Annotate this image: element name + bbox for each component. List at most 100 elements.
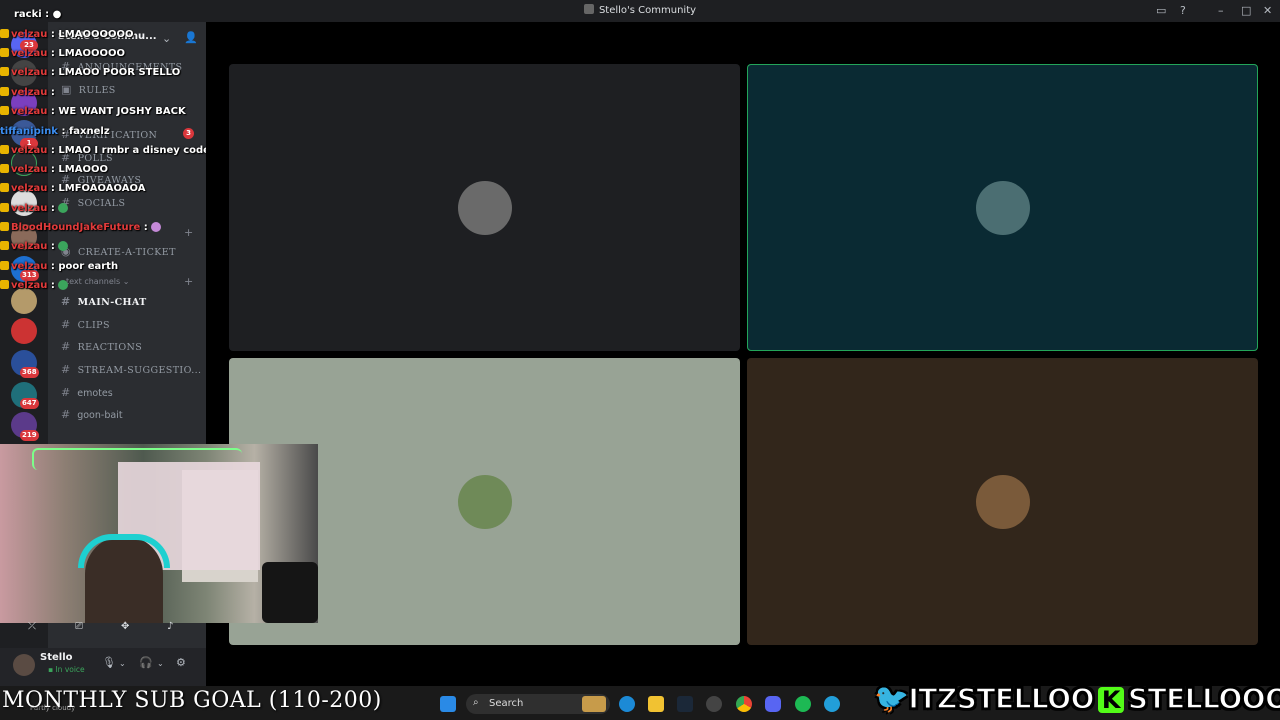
- spotify-icon[interactable]: [795, 696, 811, 712]
- participant-avatar: [457, 474, 512, 529]
- chat-line: velzau : LMAOO POOR STELLO: [0, 67, 180, 82]
- hash-icon: #: [61, 295, 71, 308]
- chat-line: velzau : WE WANT JOSHY BACK: [0, 106, 186, 121]
- channel-stream-suggestions[interactable]: # STREAM-SUGGESTIO...: [61, 363, 201, 376]
- server-icon-9[interactable]: [11, 318, 37, 344]
- unread-badge: 3: [183, 128, 194, 139]
- chat-line: velzau : LMAOOOOO: [0, 48, 125, 63]
- server-badge: 647: [20, 398, 39, 409]
- rules-icon: ▣: [61, 83, 72, 96]
- kick-handle: STELLOOO: [1127, 681, 1280, 716]
- search-input[interactable]: ⌕ Search: [466, 694, 610, 714]
- twitter-icon: 🐦: [873, 681, 909, 716]
- title-bar: Stello's Community ▭ ? – □ ✕: [0, 0, 1280, 22]
- chat-line: racki : ●: [14, 9, 62, 20]
- chevron-down-icon[interactable]: ⌄: [162, 32, 171, 45]
- disconnect-icon[interactable]: ⤫: [28, 621, 36, 632]
- minimize-button[interactable]: –: [1218, 4, 1224, 17]
- search-icon: ⌕: [473, 697, 479, 708]
- microphone-icon[interactable]: 🎙: [102, 656, 116, 669]
- screen-share-icon[interactable]: ⎚: [75, 621, 83, 632]
- chat-line: velzau : LMAOOOOOO: [0, 29, 133, 44]
- chat-line: velzau : poor earth: [0, 261, 118, 276]
- sub-badge-icon: [0, 183, 9, 192]
- user-status: ▪ In voice: [48, 665, 85, 674]
- participant-avatar: [975, 474, 1030, 529]
- server-badge: 219: [20, 430, 39, 441]
- chat-line: velzau :: [0, 241, 69, 256]
- chat-line: velzau :: [0, 87, 55, 102]
- activity-icon[interactable]: ✥: [121, 621, 129, 632]
- chevron-down-icon[interactable]: ⌄: [119, 659, 126, 668]
- sub-badge-icon: [0, 48, 9, 57]
- add-member-icon[interactable]: 👤: [184, 31, 198, 44]
- inbox-icon[interactable]: ▭: [1156, 4, 1166, 17]
- channel-goon-bait[interactable]: # goon-bait: [61, 408, 123, 421]
- hash-icon: #: [61, 408, 71, 421]
- video-tile[interactable]: [747, 358, 1258, 645]
- chat-line: velzau : LMAOOO: [0, 164, 108, 179]
- hash-icon: #: [61, 386, 71, 399]
- sub-badge-icon: [0, 222, 9, 231]
- channel-emotes[interactable]: # emotes: [61, 386, 113, 399]
- sub-badge-icon: [0, 261, 9, 270]
- participant-avatar: [975, 180, 1030, 235]
- close-button[interactable]: ✕: [1263, 4, 1272, 17]
- sub-badge-icon: [0, 29, 9, 38]
- server-icon: [583, 4, 594, 14]
- channel-main-chat[interactable]: # MAIN-CHAT: [61, 295, 147, 308]
- chat-line: tiffanipink : faxnelz: [0, 126, 110, 137]
- video-tile[interactable]: [229, 64, 740, 351]
- emote-icon: ●: [52, 9, 62, 20]
- sub-goal-overlay: MONTHLY SUB GOAL (110-200): [2, 688, 382, 713]
- chat-line: velzau :: [0, 203, 69, 218]
- emote-icon: [151, 222, 162, 232]
- help-icon[interactable]: ?: [1180, 4, 1186, 17]
- gear-icon[interactable]: ⚙: [176, 656, 186, 669]
- category-text-channels[interactable]: text channels ⌄: [66, 277, 129, 286]
- hash-icon: #: [61, 340, 71, 353]
- soundboard-icon[interactable]: ♪: [167, 621, 173, 632]
- maximize-button[interactable]: □: [1241, 4, 1251, 17]
- webcam-neon-light: [32, 448, 242, 470]
- discord-icon[interactable]: [765, 696, 781, 712]
- headphones-icon[interactable]: 🎧: [139, 656, 153, 669]
- file-explorer-icon[interactable]: [648, 696, 664, 712]
- chat-line: velzau : LMFOAOAOAOA: [0, 183, 145, 198]
- server-badge: 368: [20, 367, 39, 378]
- channel-rules[interactable]: ▣ RULES: [61, 83, 116, 96]
- sub-badge-icon: [0, 203, 9, 212]
- start-icon[interactable]: [440, 696, 456, 712]
- chrome-icon[interactable]: [736, 696, 752, 712]
- emote-icon: [58, 280, 69, 290]
- chevron-down-icon[interactable]: ⌄: [157, 659, 164, 668]
- social-handles-overlay: 🐦ITZSTELLOO K STELLOOO: [873, 681, 1280, 716]
- video-tile-speaking[interactable]: [747, 64, 1258, 351]
- twitter-handle: ITZSTELLOO: [908, 681, 1096, 716]
- sub-badge-icon: [0, 145, 9, 154]
- avatar[interactable]: [13, 654, 35, 676]
- participant-avatar: [457, 180, 512, 235]
- webcam-chair: [262, 562, 318, 623]
- steam-icon[interactable]: [677, 696, 693, 712]
- telegram-icon[interactable]: [824, 696, 840, 712]
- settings-app-icon[interactable]: [706, 696, 722, 712]
- sub-badge-icon: [0, 241, 9, 250]
- emote-icon: [58, 241, 69, 251]
- hash-icon: #: [61, 318, 71, 331]
- sub-badge-icon: [0, 67, 9, 76]
- chat-line: velzau :: [0, 280, 69, 295]
- kick-icon: K: [1097, 687, 1124, 713]
- channel-create-a-ticket[interactable]: ◉ CREATE-A-TICKET: [61, 245, 176, 258]
- sub-badge-icon: [0, 280, 9, 289]
- add-channel-icon[interactable]: +: [184, 275, 193, 288]
- edge-icon[interactable]: [619, 696, 635, 712]
- add-channel-icon[interactable]: +: [184, 226, 193, 239]
- hash-icon: #: [61, 363, 71, 376]
- channel-reactions[interactable]: # REACTIONS: [61, 340, 142, 353]
- channel-clips[interactable]: # CLIPS: [61, 318, 110, 331]
- emote-icon: [58, 203, 69, 213]
- sub-badge-icon: [0, 106, 9, 115]
- chat-line: BloodHoundJakeFuture :: [0, 222, 162, 237]
- sub-badge-icon: [0, 164, 9, 173]
